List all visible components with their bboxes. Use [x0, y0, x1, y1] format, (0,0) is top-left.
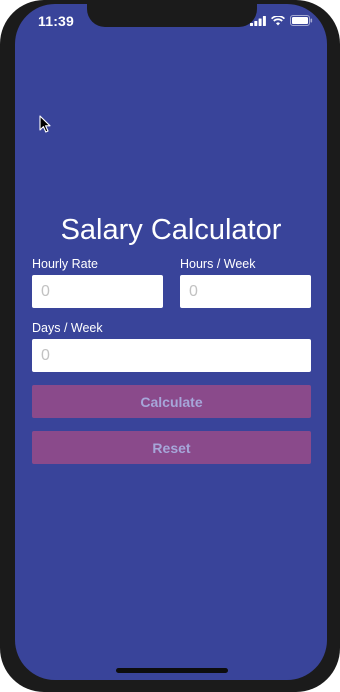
- device-notch: [87, 4, 257, 27]
- hours-week-field[interactable]: [180, 275, 311, 308]
- status-icons: [250, 15, 313, 26]
- wifi-icon: [271, 15, 285, 26]
- device-frame: 11:39 Salary Calculator Hourly Rate 0 Ho…: [0, 0, 340, 692]
- days-week-field[interactable]: [32, 339, 311, 372]
- days-week-input[interactable]: [41, 346, 311, 365]
- signal-icon: [250, 15, 266, 26]
- status-time: 11:39: [38, 13, 75, 29]
- reset-button[interactable]: Reset: [32, 431, 311, 464]
- status-bar: 11:39: [15, 4, 327, 34]
- page-title: Salary Calculator: [60, 214, 282, 246]
- battery-icon: [290, 15, 313, 26]
- hourly-rate-input[interactable]: [41, 282, 163, 301]
- mouse-cursor-icon: [39, 115, 51, 138]
- days-week-label: Days / Week: [32, 321, 103, 335]
- hours-week-label: Hours / Week: [180, 257, 256, 271]
- hourly-rate-label: Hourly Rate: [32, 257, 98, 271]
- app-screen: 11:39 Salary Calculator Hourly Rate 0 Ho…: [15, 4, 327, 680]
- home-indicator[interactable]: [116, 668, 228, 673]
- calculate-button[interactable]: Calculate: [32, 385, 311, 418]
- hourly-rate-field[interactable]: [32, 275, 163, 308]
- hours-week-input[interactable]: [189, 282, 311, 301]
